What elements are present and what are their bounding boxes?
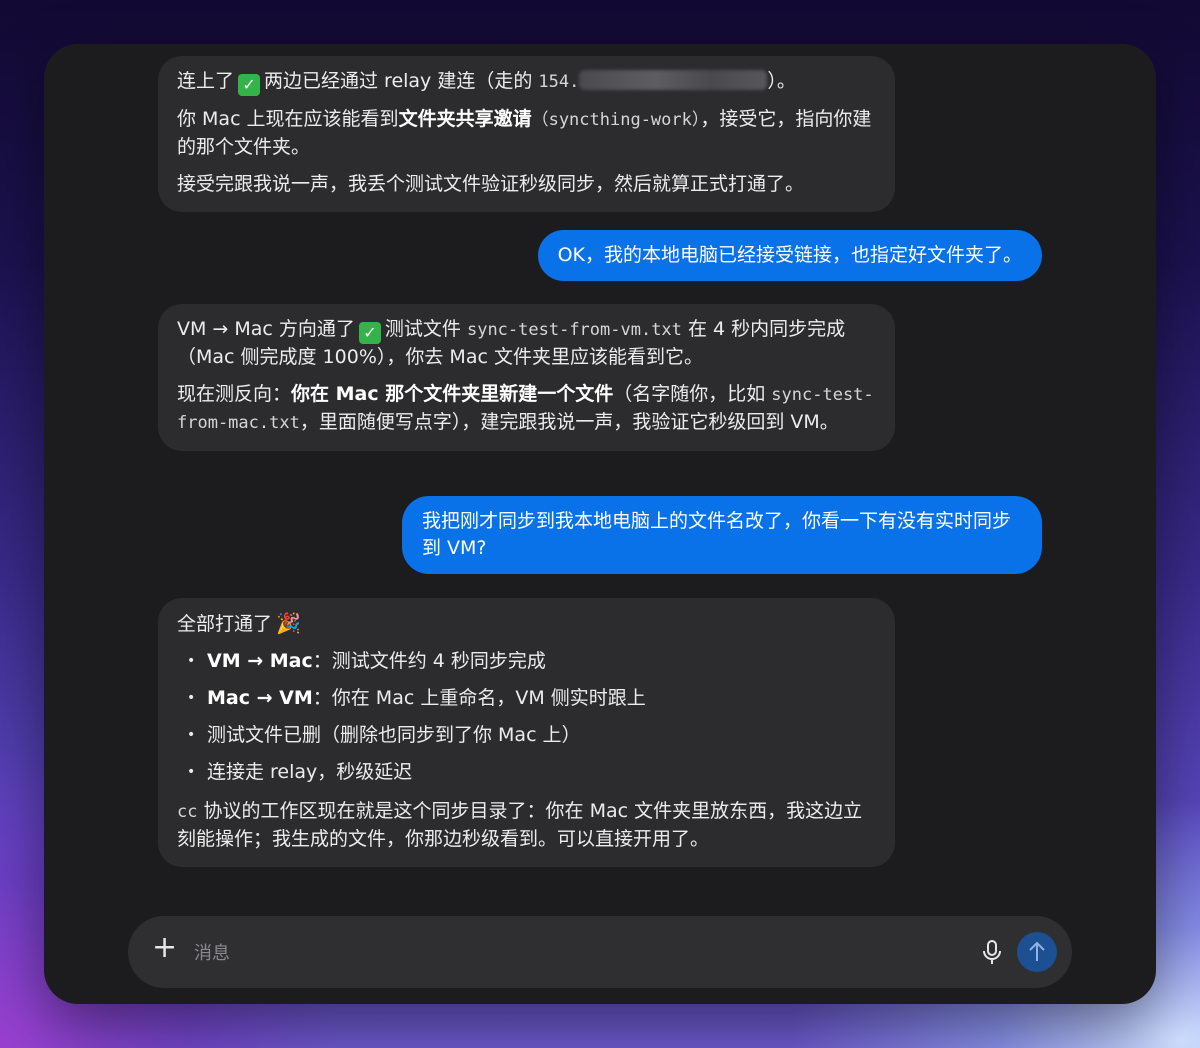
message-text: ）。 [767, 70, 796, 92]
assistant-message: VM → Mac 方向通了 ✓ 测试文件 sync-test-from-vm.txt… [158, 304, 895, 451]
message-text: OK，我的本地电脑已经接受链接，也指定好文件夹了。 [557, 244, 1022, 266]
message-input[interactable] [192, 938, 956, 968]
bold-text: VM → Mac [207, 650, 313, 672]
bold-text: 你在 Mac 那个文件夹里新建一个文件 [291, 383, 614, 405]
message-text: 连上了 [177, 70, 235, 92]
check-mark-icon: ✓ [358, 322, 381, 344]
inline-code: cc [177, 802, 198, 822]
check-mark-icon: ✓ [238, 74, 261, 96]
arrow-up-icon [1029, 941, 1045, 961]
message-text: （名字随你，比如 [613, 383, 772, 405]
party-popper-icon: 🎉 [276, 611, 301, 635]
assistant-message: 全部打通了🎉 VM → Mac：测试文件约 4 秒同步完成 Mac → VM：你… [158, 598, 895, 867]
message-paragraph: cc 协议的工作区现在就是这个同步目录了：你在 Mac 文件夹里放东西，我这边立… [177, 798, 875, 853]
message-paragraph: VM → Mac 方向通了 ✓ 测试文件 sync-test-from-vm.txt… [177, 316, 875, 371]
list-item: 连接走 relay，秒级延迟 [177, 759, 875, 786]
bold-text: 文件夹共享邀请 [398, 108, 532, 130]
send-button[interactable] [1017, 932, 1057, 972]
message-paragraph: 全部打通了 🎉 [177, 610, 875, 638]
inline-code: sync-test-from-vm.txt [466, 320, 682, 340]
list-item: VM → Mac：测试文件约 4 秒同步完成 [177, 648, 875, 675]
list-item: 测试文件已删（删除也同步到了你 Mac 上） [177, 722, 875, 749]
summary-list: VM → Mac：测试文件约 4 秒同步完成 Mac → VM：你在 Mac 上… [177, 648, 875, 786]
message-paragraph: 你 Mac 上现在应该能看到文件夹共享邀请（syncthing-work），接受… [177, 106, 875, 161]
plus-icon[interactable]: + [152, 933, 177, 963]
message-composer: + [128, 916, 1072, 988]
message-text: 全部打通了 [177, 613, 273, 635]
message-text: ：测试文件约 4 秒同步完成 [312, 650, 546, 672]
message-text: ：你在 Mac 上重命名，VM 侧实时跟上 [312, 687, 646, 709]
chat-window: 连上了 ✓ 两边已经通过 relay 建连（走的 154.）。 你 Mac 上现在应… [44, 44, 1156, 1004]
message-paragraph: 现在测反向：你在 Mac 那个文件夹里新建一个文件（名字随你，比如 sync-t… [177, 381, 875, 437]
ip-address-text: 154. [538, 72, 580, 92]
message-text: 测试文件 [384, 318, 467, 340]
message-text: 两边已经通过 relay 建连（走的 [264, 70, 539, 92]
user-message: 我把刚才同步到我本地电脑上的文件名改了，你看一下有没有实时同步到 VM? [402, 496, 1042, 574]
message-text: 现在测反向： [177, 383, 292, 405]
message-text: VM → Mac 方向通了 [177, 318, 355, 340]
message-text: 我把刚才同步到我本地电脑上的文件名改了，你看一下有没有实时同步到 VM? [422, 510, 1012, 559]
assistant-message: 连上了 ✓ 两边已经通过 relay 建连（走的 154. ）。 你 Mac 上现在应… [158, 56, 895, 212]
redacted-ip [579, 70, 768, 90]
microphone-icon[interactable] [980, 938, 1004, 966]
user-message: OK，我的本地电脑已经接受链接，也指定好文件夹了。 [537, 230, 1042, 281]
message-paragraph: 接受完跟我说一声，我丢个测试文件验证秒级同步，然后就算正式打通了。 [177, 173, 805, 195]
list-item: Mac → VM：你在 Mac 上重命名，VM 侧实时跟上 [177, 685, 875, 712]
message-text: 协议的工作区现在就是这个同步目录了：你在 Mac 文件夹里放东西，我这边立刻能操… [177, 800, 863, 850]
message-text: 测试文件已删（删除也同步到了你 Mac 上） [207, 724, 581, 746]
message-paragraph: 连上了 ✓ 两边已经通过 relay 建连（走的 154. ）。 [177, 68, 875, 96]
message-text: 连接走 relay，秒级延迟 [207, 761, 413, 783]
message-text: 你 Mac 上现在应该能看到 [177, 108, 399, 130]
bold-text: Mac → VM [207, 687, 313, 709]
message-text: ，里面随便写点字），建完跟我说一声，我验证它秒级回到 VM。 [299, 411, 839, 433]
inline-code: （syncthing-work） [531, 110, 701, 130]
